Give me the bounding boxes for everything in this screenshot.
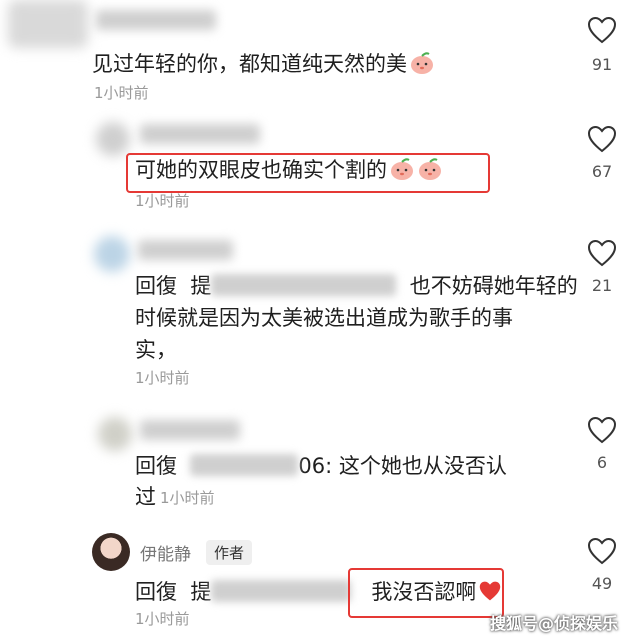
author-badge: 作者 [206, 540, 253, 565]
mention-masked [190, 454, 299, 476]
username-masked [140, 124, 260, 144]
watermark: 搜狐号@侦探娱乐 [489, 614, 618, 633]
username-masked [140, 420, 240, 440]
highlight-box [348, 568, 504, 618]
avatar[interactable] [94, 236, 130, 272]
peach-emoji-icon [411, 52, 433, 74]
reply-text-line: 实， [135, 338, 177, 362]
avatar[interactable] [98, 417, 132, 451]
username-masked [138, 240, 233, 260]
author-username[interactable]: 伊能静 [140, 540, 191, 565]
comment-time: 1小时前 [160, 489, 215, 507]
mention-masked [211, 580, 352, 602]
avatar[interactable] [96, 122, 130, 156]
comment-time: 1小时前 [135, 369, 190, 387]
like-count: 49 [591, 574, 613, 593]
like-heart-icon[interactable] [587, 416, 617, 444]
reply-text-line: 时候就是因为太美被选出道成为歌手的事 [135, 306, 513, 330]
comment-time: 1小时前 [94, 84, 149, 102]
like-heart-icon[interactable] [587, 537, 617, 565]
username-masked [96, 10, 216, 30]
comment-time: 1小时前 [135, 610, 190, 628]
reply-text: 回復 06: 这个她也从没否认 [135, 454, 507, 478]
avatar[interactable] [92, 533, 130, 571]
like-count: 67 [591, 162, 613, 181]
mention-masked [211, 274, 397, 296]
like-count: 91 [591, 55, 613, 74]
like-heart-icon[interactable] [587, 125, 617, 153]
reply-text-line: 过 [135, 485, 156, 509]
comment-time: 1小时前 [135, 192, 190, 210]
reply-text: 回復 提 也不妨碍她年轻的 [135, 274, 578, 298]
like-heart-icon[interactable] [587, 16, 617, 44]
like-count: 21 [591, 276, 613, 295]
avatar[interactable] [8, 0, 88, 48]
like-heart-icon[interactable] [587, 239, 617, 267]
like-count: 6 [596, 453, 608, 472]
highlight-box [126, 153, 490, 193]
comment-text: 见过年轻的你，都知道纯天然的美 [92, 48, 435, 80]
